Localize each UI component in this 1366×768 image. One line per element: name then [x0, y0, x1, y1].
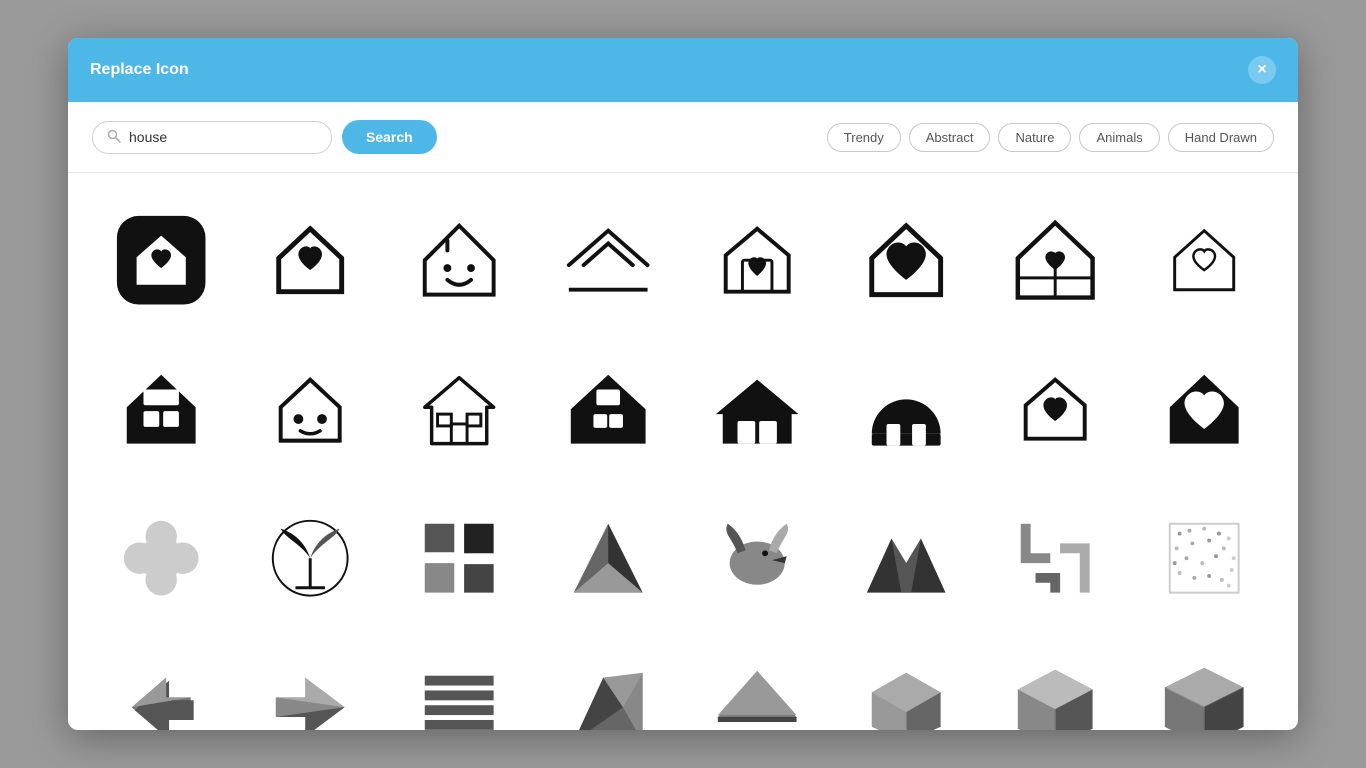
icon-cell-21[interactable]: [688, 489, 827, 628]
icon-cell-2[interactable]: [241, 191, 380, 330]
modal-header: Replace Icon ×: [68, 38, 1298, 102]
filter-tag-animals[interactable]: Animals: [1079, 123, 1159, 152]
icon-cell-18[interactable]: [241, 489, 380, 628]
icon-cell-9[interactable]: [92, 340, 231, 479]
search-icon: [107, 129, 121, 146]
icon-cell-1[interactable]: [92, 191, 231, 330]
icon-cell-30[interactable]: [837, 638, 976, 730]
icon-cell-19[interactable]: [390, 489, 529, 628]
icon-cell-25[interactable]: [92, 638, 231, 730]
icon-cell-3[interactable]: [390, 191, 529, 330]
icon-cell-29[interactable]: [688, 638, 827, 730]
modal-title: Replace Icon: [90, 61, 189, 79]
icon-cell-28[interactable]: [539, 638, 678, 730]
icon-cell-13[interactable]: [688, 340, 827, 479]
search-area: Search: [92, 120, 437, 154]
modal-backdrop: Replace Icon × Search: [0, 0, 1366, 768]
modal-toolbar: Search Trendy Abstract Nature Animals Ha…: [68, 102, 1298, 173]
search-input[interactable]: [129, 129, 317, 145]
filter-tag-hand-drawn[interactable]: Hand Drawn: [1168, 123, 1274, 152]
icon-cell-12[interactable]: [539, 340, 678, 479]
icon-cell-26[interactable]: [241, 638, 380, 730]
icon-cell-24[interactable]: [1135, 489, 1274, 628]
modal-body: [68, 173, 1298, 730]
filter-tag-trendy[interactable]: Trendy: [827, 123, 901, 152]
icon-cell-4[interactable]: [539, 191, 678, 330]
icon-cell-5[interactable]: [688, 191, 827, 330]
icon-cell-6[interactable]: [837, 191, 976, 330]
icon-cell-16[interactable]: [1135, 340, 1274, 479]
icon-cell-11[interactable]: [390, 340, 529, 479]
icon-cell-15[interactable]: [986, 340, 1125, 479]
icons-grid: [92, 191, 1274, 730]
filter-tags: Trendy Abstract Nature Animals Hand Draw…: [827, 123, 1274, 152]
icon-cell-27[interactable]: [390, 638, 529, 730]
icon-cell-8[interactable]: [1135, 191, 1274, 330]
icon-cell-20[interactable]: [539, 489, 678, 628]
icon-cell-7[interactable]: [986, 191, 1125, 330]
filter-tag-abstract[interactable]: Abstract: [909, 123, 991, 152]
icon-cell-23[interactable]: [986, 489, 1125, 628]
icon-cell-32[interactable]: [1135, 638, 1274, 730]
icon-cell-22[interactable]: [837, 489, 976, 628]
modal-close-button[interactable]: ×: [1248, 56, 1276, 84]
icon-cell-17[interactable]: [92, 489, 231, 628]
icon-cell-10[interactable]: [241, 340, 380, 479]
icon-cell-31[interactable]: [986, 638, 1125, 730]
filter-tag-nature[interactable]: Nature: [998, 123, 1071, 152]
replace-icon-modal: Replace Icon × Search: [68, 38, 1298, 730]
close-icon: ×: [1257, 61, 1266, 79]
search-input-wrap: [92, 121, 332, 154]
search-button[interactable]: Search: [342, 120, 437, 154]
icon-cell-14[interactable]: [837, 340, 976, 479]
